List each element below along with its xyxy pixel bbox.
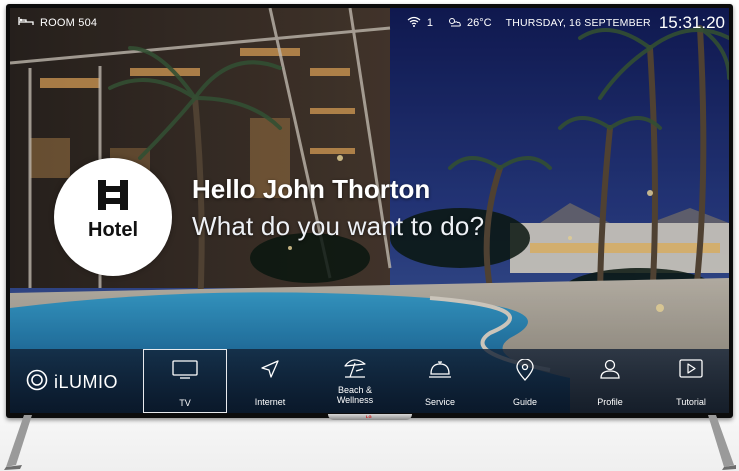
welcome-greeting: Hello John Thorton <box>192 174 431 204</box>
menu-item-label-line2: Wellness <box>336 395 374 405</box>
menu-item-label: Profile <box>597 397 623 407</box>
menu-item-guide[interactable]: Guide <box>483 349 567 413</box>
brand-logo: iLUMIO <box>26 369 118 396</box>
wifi-icon <box>407 16 421 30</box>
hotel-logo-text: Hotel <box>88 219 138 241</box>
location-pin-icon <box>516 358 534 386</box>
menu-item-profile[interactable]: Profile <box>568 349 652 413</box>
user-icon <box>599 359 621 384</box>
brand-name: iLUMIO <box>54 372 119 392</box>
temperature: 26°C <box>467 17 492 29</box>
menu-item-label-line1: Beach & <box>337 385 373 395</box>
menu-item-beach-wellness[interactable]: Beach & Wellness <box>313 349 397 413</box>
menu-item-tv[interactable]: TV <box>143 349 227 413</box>
menu-item-tutorial[interactable]: Tutorial <box>653 349 729 413</box>
menu-item-label: Guide <box>512 397 538 407</box>
room-info: ROOM 504 <box>18 16 97 29</box>
tv-brand-logo: LG <box>366 414 372 419</box>
navigation-arrow-icon <box>260 359 280 384</box>
play-icon <box>679 359 703 384</box>
tv-screen: ROOM 504 1 26°C THURSDAY, 16 SEPTEMBER 1… <box>10 8 729 413</box>
beach-umbrella-icon <box>343 357 367 384</box>
status-group: 1 26°C THURSDAY, 16 SEPTEMBER 15:31:20 <box>407 13 725 33</box>
tv-icon <box>172 360 198 385</box>
menu-item-label: Service <box>424 397 455 407</box>
room-number: ROOM 504 <box>40 16 98 29</box>
clock: 15:31:20 <box>658 13 725 32</box>
menu-item-label: Beach & Wellness <box>313 385 397 405</box>
menu-item-label: Internet <box>254 397 286 407</box>
weather-icon <box>447 16 461 31</box>
ilumio-logo-icon <box>26 369 48 396</box>
menu-item-label: Tutorial <box>676 397 706 407</box>
service-bell-icon <box>428 359 452 384</box>
menu-item-internet[interactable]: Internet <box>228 349 312 413</box>
date: THURSDAY, 16 SEPTEMBER <box>505 17 651 29</box>
wifi-count: 1 <box>426 17 434 29</box>
room-icon <box>18 16 34 29</box>
status-bar: ROOM 504 1 26°C THURSDAY, 16 SEPTEMBER 1… <box>10 8 729 36</box>
tv-frame: ROOM 504 1 26°C THURSDAY, 16 SEPTEMBER 1… <box>6 4 733 418</box>
tv-leg-right <box>708 415 736 470</box>
main-menu-bar: iLUMIO TV Internet Beach & Wellness Serv… <box>10 349 729 413</box>
welcome-question: What do you want to do? <box>192 211 485 241</box>
hotel-logo: Hotel <box>54 158 172 276</box>
menu-item-service[interactable]: Service <box>398 349 482 413</box>
tv-leg-left <box>4 415 32 470</box>
menu-item-label: TV <box>179 398 191 408</box>
hotel-h-icon <box>98 180 128 210</box>
